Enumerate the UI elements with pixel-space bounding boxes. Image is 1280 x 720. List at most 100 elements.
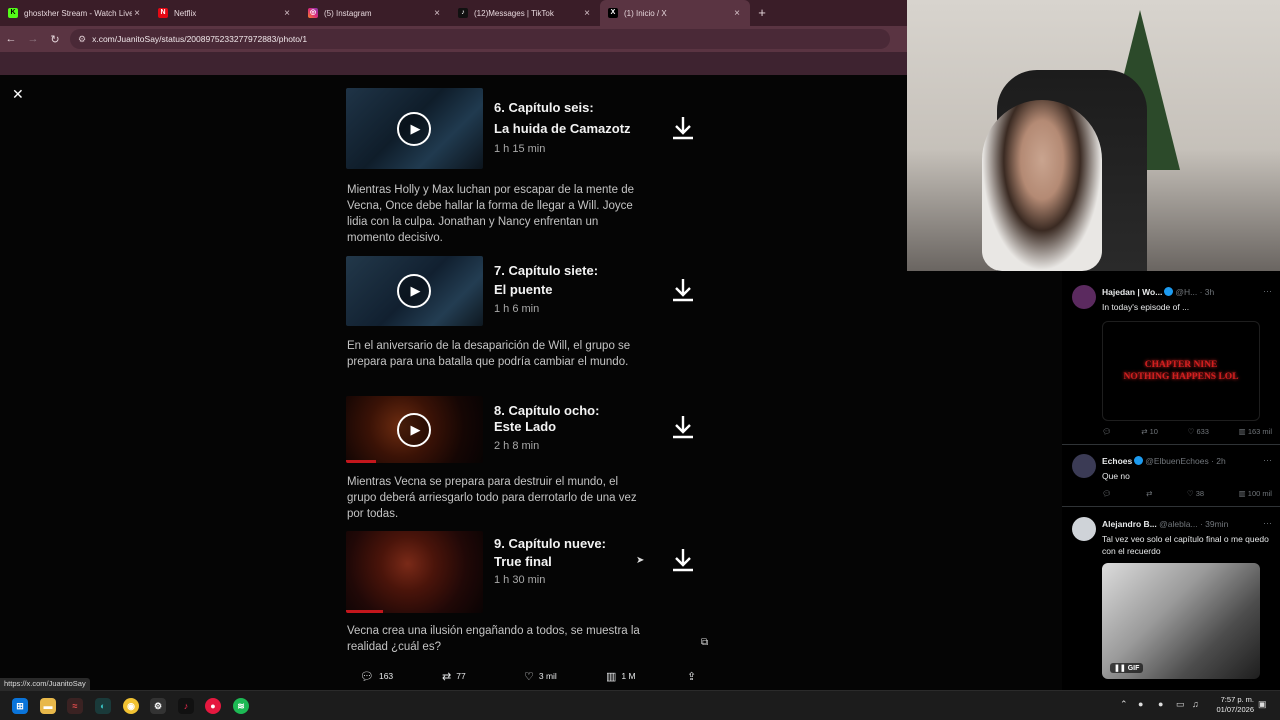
tab-netflix[interactable]: N Netflix ×	[150, 0, 300, 26]
more-options-icon[interactable]: ···	[1263, 286, 1272, 296]
tab-instagram[interactable]: ◎ (5) Instagram ×	[300, 0, 450, 26]
tweet[interactable]: Alejandro B... @alebla... · 39min ··· Ta…	[1062, 507, 1280, 690]
reload-icon[interactable]: ↻	[44, 33, 66, 46]
close-tab-icon[interactable]: ×	[582, 8, 592, 19]
close-tab-icon[interactable]: ×	[132, 8, 142, 19]
system-clock[interactable]: 7:57 p. m. 01/07/2026	[1208, 695, 1254, 715]
tiktok-icon[interactable]: ♪	[178, 698, 194, 714]
download-icon[interactable]	[671, 277, 695, 303]
verified-badge-icon	[1134, 456, 1144, 465]
mouse-cursor-icon: ➤	[636, 555, 645, 566]
volume-icon[interactable]: ♫	[1192, 699, 1199, 709]
episode-9-description: Vecna crea una ilusión engañando a todos…	[347, 625, 640, 653]
url-text: x.com/JuanitoSay/status/2008975233277972…	[92, 34, 308, 44]
tiktok-icon: ♪	[458, 8, 468, 18]
tweet[interactable]: Echoes @ElbuenEchoes · 2h ··· Que no 💬︎ ⇄…	[1062, 445, 1280, 507]
clock-date: 01/07/2026	[1216, 705, 1254, 714]
repost-button[interactable]: ⇄ 77	[442, 668, 466, 684]
app-icon[interactable]: ◐	[95, 698, 111, 714]
tweet-time[interactable]: · 3h	[1200, 287, 1215, 297]
app-icon[interactable]: ●	[205, 698, 221, 714]
tweet-actions: 💬︎ ⇄ ♡ 38 ▥ 100 mil	[1102, 489, 1272, 498]
site-info-icon[interactable]: ⚙	[78, 34, 86, 45]
forward-icon[interactable]: →	[22, 33, 44, 45]
more-options-icon[interactable]: ···	[1263, 455, 1272, 465]
share-button[interactable]: ⇪	[687, 668, 701, 684]
repost-count: 77	[456, 671, 466, 681]
reply-count: 163	[378, 671, 394, 681]
reply-button[interactable]: 💬︎ 163	[360, 668, 393, 684]
view-count: 1 M	[621, 671, 636, 681]
media-caption-line1: CHAPTER NINE	[1144, 360, 1218, 370]
tab-strip: K ghostxher Stream - Watch Live × N Netf…	[0, 0, 907, 26]
tweet-time[interactable]: · 39min	[1200, 519, 1228, 529]
like-button[interactable]: ♡ 3 mil	[524, 668, 557, 684]
tweet-media[interactable]: CHAPTER NINE NOTHING HAPPENS LOL	[1102, 321, 1260, 421]
episode-9-duration: 1 h 30 min	[494, 574, 546, 586]
settings-icon[interactable]: ⚙	[150, 698, 166, 714]
tweet-time[interactable]: · 2h	[1211, 456, 1226, 466]
close-tab-icon[interactable]: ×	[282, 8, 292, 19]
file-explorer-icon[interactable]: ▬	[40, 698, 56, 714]
heart-icon[interactable]: ♡ 38	[1187, 489, 1204, 498]
author-name[interactable]: Alejandro B...	[1102, 519, 1157, 529]
tray-app-icon[interactable]: ●	[1138, 699, 1143, 709]
repost-icon[interactable]: ⇄	[1146, 489, 1152, 498]
episode-8-description: Mientras Vecna se prepara para destruir …	[347, 476, 637, 520]
repost-icon[interactable]: ⇄ 10	[1141, 427, 1158, 436]
avatar[interactable]	[1072, 517, 1096, 541]
tweet[interactable]: Hajedan | Wo... @H... · 3h ··· In today's…	[1062, 277, 1280, 445]
microphone-icon[interactable]: ●	[1158, 699, 1163, 709]
views-icon[interactable]: ▥ 100 mil	[1239, 489, 1272, 498]
download-icon[interactable]	[671, 115, 695, 141]
watch-progress-bar	[346, 610, 383, 613]
tab-kick-stream[interactable]: K ghostxher Stream - Watch Live ×	[0, 0, 150, 26]
streamer	[982, 100, 1102, 271]
address-bar[interactable]: ⚙ x.com/JuanitoSay/status/20089752332779…	[70, 29, 890, 49]
play-icon[interactable]: ▶	[397, 111, 431, 146]
play-icon[interactable]: ▶	[397, 274, 431, 308]
app-icon[interactable]: ≈	[67, 698, 83, 714]
bookmarks-bar	[0, 52, 907, 75]
tweet-media[interactable]: ❚❚ GIF	[1102, 563, 1260, 679]
download-icon[interactable]	[671, 547, 695, 573]
alt-text-icon[interactable]: ⧉	[701, 637, 708, 648]
reply-icon[interactable]: 💬︎	[1102, 489, 1112, 498]
close-tab-icon[interactable]: ×	[432, 8, 442, 19]
show-hidden-icons-icon[interactable]: ⌃	[1120, 699, 1128, 710]
instagram-icon: ◎	[308, 8, 318, 18]
author-handle[interactable]: @H...	[1175, 287, 1197, 297]
reply-icon[interactable]: 💬︎	[1102, 427, 1112, 436]
episode-8-thumbnail[interactable]: ▶	[346, 396, 483, 463]
back-icon[interactable]: ←	[0, 33, 22, 45]
episode-9-thumbnail[interactable]	[346, 531, 483, 613]
windows-start-icon[interactable]: ⊞	[12, 698, 28, 714]
views-icon[interactable]: ▥ 163 mil	[1239, 427, 1272, 436]
episode-7-thumbnail[interactable]: ▶	[346, 256, 483, 326]
kick-icon: K	[8, 8, 18, 18]
heart-icon[interactable]: ♡ 633	[1188, 427, 1209, 436]
avatar[interactable]	[1072, 285, 1096, 309]
author-name[interactable]: Hajedan | Wo...	[1102, 287, 1162, 297]
more-options-icon[interactable]: ···	[1263, 518, 1272, 528]
views-button[interactable]: ▥ 1 M	[606, 668, 636, 684]
spotify-icon[interactable]: ≋	[233, 698, 249, 714]
notification-icon[interactable]: ▣	[1258, 699, 1267, 710]
close-viewer-icon[interactable]: ✕	[12, 86, 24, 103]
author-handle[interactable]: @ElbuenEchoes	[1145, 456, 1208, 466]
episode-6-thumbnail[interactable]: ▶	[346, 88, 483, 169]
share-icon: ⇪	[687, 670, 697, 683]
author-handle[interactable]: @alebla...	[1159, 519, 1197, 529]
chrome-icon[interactable]: ◉	[123, 698, 139, 714]
avatar[interactable]	[1072, 454, 1096, 478]
download-icon[interactable]	[671, 414, 695, 440]
close-tab-icon[interactable]: ×	[732, 8, 742, 19]
new-tab-button[interactable]: +	[750, 0, 774, 26]
tab-tiktok[interactable]: ♪ (12)Messages | TikTok ×	[450, 0, 600, 26]
author-name[interactable]: Echoes	[1102, 456, 1132, 466]
play-icon[interactable]: ▶	[397, 412, 431, 447]
clock-time: 7:57 p. m.	[1220, 695, 1254, 704]
watch-progress-bar	[346, 460, 377, 463]
tab-x-home[interactable]: X (1) Inicio / X ×	[600, 0, 750, 26]
network-icon[interactable]: ▭	[1176, 699, 1185, 710]
